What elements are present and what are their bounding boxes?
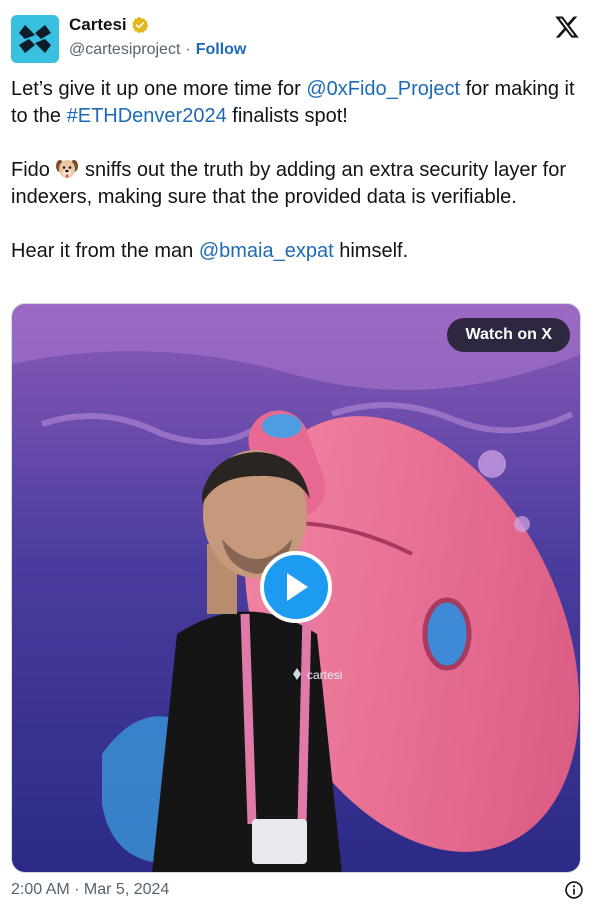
info-icon[interactable] — [564, 880, 584, 900]
watch-on-x-button[interactable]: Watch on X — [447, 318, 570, 352]
tweet-paragraph: Let’s give it up one more time for @0xFi… — [11, 78, 575, 127]
separator-dot: · — [185, 41, 191, 58]
video-player[interactable]: cartesi Watch on X — [11, 303, 581, 873]
tweet-footer: 2:00 AM · Mar 5, 2024 — [11, 880, 588, 902]
tweet-paragraph: Hear it from the man @bmaia_expat himsel… — [11, 240, 409, 262]
hashtag-link[interactable]: #ETHDenver2024 — [67, 105, 227, 127]
mention-link[interactable]: @0xFido_Project — [306, 78, 460, 100]
tweet-header: Cartesi @cartesiproject · Follow — [11, 10, 588, 64]
follow-button[interactable]: Follow — [196, 41, 247, 59]
svg-text:cartesi: cartesi — [307, 668, 342, 682]
play-button[interactable] — [260, 551, 332, 623]
avatar[interactable] — [11, 15, 59, 63]
handle[interactable]: @cartesiproject — [69, 41, 180, 59]
cartesi-logo-icon — [11, 15, 59, 63]
tweet-text: Let’s give it up one more time for @0xFi… — [11, 76, 581, 265]
display-name[interactable]: Cartesi — [69, 15, 127, 35]
tweet-paragraph: Fido sniffs out the truth by adding an e… — [11, 159, 567, 208]
dog-face-emoji — [56, 160, 79, 178]
tweet-card: Cartesi @cartesiproject · Follow Let’s g… — [0, 0, 600, 905]
timestamp-link[interactable]: 2:00 AM · Mar 5, 2024 — [11, 881, 169, 899]
mention-link[interactable]: @bmaia_expat — [199, 240, 334, 262]
x-logo-icon[interactable] — [554, 14, 580, 40]
author-names: Cartesi @cartesiproject · Follow — [69, 14, 246, 61]
play-icon — [287, 573, 308, 601]
verified-badge-icon — [131, 17, 149, 34]
